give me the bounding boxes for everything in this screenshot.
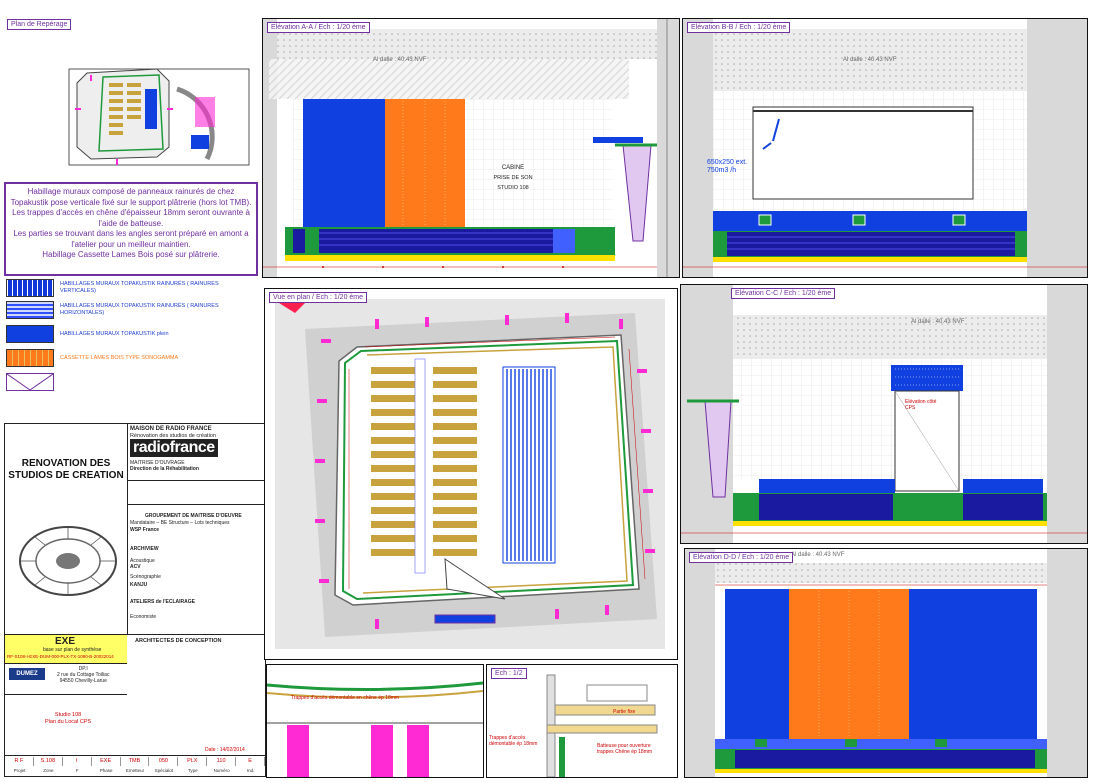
code-value: E	[236, 757, 266, 766]
plan-reperage-view: Plan de Repérage	[6, 18, 260, 180]
legend: HABILLAGES MURAUX TOPAKUSTIK RAINURÉS ( …	[0, 276, 260, 401]
detail-note-batteuse: Batteuse pour ouverture trappes Chêne ép…	[597, 743, 653, 755]
legend-item-horizontal: HABILLAGES MURAUX TOPAKUSTIK RAINURÉS ( …	[6, 300, 230, 320]
door-label: Elévation côté CPS	[905, 399, 937, 411]
code-label: Projet	[13, 768, 26, 773]
legend-label: CASSETTE LAMES BOIS TYPE SONOGAMMA	[60, 354, 179, 361]
code-value: TMB	[121, 757, 150, 766]
archiview-label: ARCHIVIEW	[130, 546, 159, 552]
elevation-aa-drawing: CABINE PRISE DE SON STUDIO 108	[263, 19, 679, 277]
detail-note-trappes: Trappes d'accès démontable ép 18mm	[489, 735, 538, 747]
plan-view: Vue en plan / Ech : 1/20 ème	[264, 288, 678, 660]
description-text: Habillage muraux composé de panneaux rai…	[10, 187, 252, 259]
phase-subtitle: base sur plan de synthèse	[43, 647, 102, 653]
title-block: RENOVATION DES STUDIOS DE CREATION MAISO…	[4, 423, 266, 777]
economiste-label: Economiste	[130, 614, 157, 620]
kanju-label: KANJU	[130, 582, 148, 588]
code-label: Spécialot	[154, 768, 174, 773]
view-label: Elévation C-C / Ech : 1/20 ème	[731, 288, 836, 299]
scenographie-label: Scénographie	[130, 574, 161, 580]
view-label: Vue en plan / Ech : 1/20 ème	[269, 292, 368, 303]
client-name: MAISON DE RADIO FRANCE	[130, 426, 212, 432]
swatch-plain	[6, 325, 54, 343]
description-box: Habillage muraux composé de panneaux rai…	[4, 182, 258, 276]
code-value: 050	[149, 757, 179, 766]
dumez-logo: DUMEZ	[9, 668, 45, 680]
swatch-cassette	[6, 349, 54, 367]
legend-item-cassette: CASSETTE LAMES BOIS TYPE SONOGAMMA	[6, 348, 230, 368]
detail-scale-drawing	[546, 674, 658, 778]
code-value: 110	[207, 757, 237, 766]
location-plan	[68, 68, 250, 166]
code-value: EXE	[92, 757, 121, 766]
legend-item-plain: HABILLAGES MURAUX TOPAKUSTIK plein	[6, 324, 230, 344]
svg-text:STUDIO 108: STUDIO 108	[497, 185, 528, 191]
building-thumbnail	[19, 526, 117, 596]
code-label: Numéro	[213, 768, 230, 773]
elevation-dd: Elévation D-D / Ech : 1/20 ème Al dalle …	[684, 548, 1088, 778]
legend-item-vertical: HABILLAGES MURAUX TOPAKUSTIK RAINURÉS ( …	[6, 278, 230, 298]
phase-label: EXE	[55, 636, 76, 647]
level-label: Al dalle : 40.43 NVF	[911, 319, 965, 325]
view-label: Elévation B-B / Ech : 1/20 ème	[687, 22, 791, 33]
detail-note-partie-fixe: Partie fixe	[613, 709, 636, 715]
swatch-vertical	[6, 279, 54, 297]
elevation-bb: Elévation B-B / Ech : 1/20 ème Al dalle …	[682, 18, 1088, 278]
code-value: PLX	[178, 757, 208, 766]
code-value: I	[63, 757, 92, 766]
detail-label: Trappes d'accès démontable en chêne ép 1…	[291, 695, 400, 701]
elevation-dd-drawing	[685, 549, 1087, 777]
code-value: R F	[5, 757, 34, 766]
code-label: Ind.	[246, 768, 255, 773]
detail-trappes-drawing	[266, 681, 484, 777]
code-label: Type	[187, 768, 198, 773]
elevation-cc-drawing	[681, 285, 1087, 543]
project-title: RENOVATION DES STUDIOS DE CREATION	[8, 458, 124, 481]
radiofrance-logo: radiofrance	[130, 439, 218, 457]
drawing-sheet: Plan de Repérage Habillage muraux compos…	[0, 0, 1100, 779]
swatch-horizontal	[6, 301, 54, 319]
view-label: Plan de Repérage	[7, 19, 72, 30]
view-label: Elévation A-A / Ech : 1/20 ème	[267, 22, 370, 33]
view-label: Elévation D-D / Ech : 1/20 ème	[689, 552, 794, 563]
legend-item-door	[6, 372, 230, 392]
svg-text:PRISE DE SON: PRISE DE SON	[493, 175, 532, 181]
company-name: DUMEZ	[16, 671, 38, 677]
moa-direction: Direction de la Réhabilitation	[130, 466, 199, 472]
legend-label: HABILLAGES MURAUX TOPAKUSTIK RAINURÉS ( …	[60, 303, 219, 316]
svg-text:CABINE: CABINE	[502, 165, 524, 171]
swatch-door	[6, 373, 54, 391]
groupement-label: GROUPEMENT DE MAITRISE D'OEUVRE	[145, 513, 242, 519]
phase-box: EXE base sur plan de synthèse RF-S108-I-…	[5, 635, 127, 664]
studio-title: Studio 108 Plan du Local CPS	[45, 712, 92, 725]
code-label: Zone	[43, 768, 54, 773]
detail-trappes: Trappes d'accès démontable en chêne ép 1…	[266, 664, 484, 778]
date-label: Date : 14/02/2014	[205, 747, 245, 753]
legend-label: HABILLAGES MURAUX TOPAKUSTIK RAINURÉS ( …	[60, 281, 219, 294]
legend-label: HABILLAGES MURAUX TOPAKUSTIK plein	[60, 330, 169, 337]
company-address: DP.I 2 rue du Cottage Toiliac 94550 Chev…	[57, 666, 110, 684]
wsp-label: WSP France	[130, 527, 160, 533]
level-label: Al dalle : 40.43 NVF	[791, 552, 845, 558]
level-label: Al dalle : 40.43 NVF	[373, 57, 427, 63]
plan-view-drawing	[275, 299, 665, 649]
elevation-aa: Elévation A-A / Ech : 1/20 ème CABINE PR…	[262, 18, 680, 278]
code-label: Phase	[99, 768, 113, 773]
groupement-subtitle: Mandataire – BE Structure – Lots techniq…	[130, 520, 230, 526]
code-row: R F S.108 I EXE TMB 050 PLX 110 E Projet Zone F Pha…	[5, 755, 266, 776]
duct-label: 650x250 ext. 750m3 /h	[707, 159, 748, 174]
code-value: S.108	[34, 757, 63, 766]
reference-code: RF-S108-I-EXE-DUM-000-PLX-TX-1090-B-2002…	[7, 654, 114, 659]
elevation-cc: Elévation C-C / Ech : 1/20 ème Al dalle …	[680, 284, 1088, 544]
acv-label: ACV	[130, 564, 141, 570]
code-label: Emetteur	[125, 768, 145, 773]
code-label: F	[75, 768, 79, 773]
architects-label: ARCHITECTES DE CONCEPTION	[135, 638, 222, 644]
view-label: Ech : 1/2	[491, 668, 527, 679]
level-label: Al dalle : 40.43 NVF	[843, 57, 897, 63]
eclairage-label: ATELIERS de l'ECLAIRAGE	[130, 599, 195, 605]
detail-scale-1-2: Ech : 1/2 Trappes d'accès démontable ép …	[486, 664, 678, 778]
